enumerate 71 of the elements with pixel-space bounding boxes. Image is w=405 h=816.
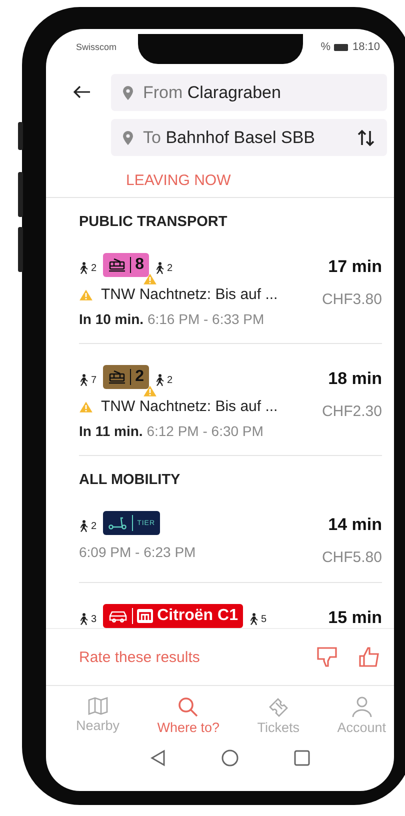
walk-icon (79, 262, 88, 274)
destination-field[interactable]: To Bahnhof Basel SBB (111, 119, 387, 156)
ticket-icon (267, 696, 290, 718)
trip-duration: 18 min (328, 369, 382, 389)
departure-countdown: In 11 min. (79, 423, 143, 439)
back-arrow-icon (73, 85, 91, 99)
search-icon (177, 696, 200, 718)
walk-icon (154, 262, 164, 274)
walk-minutes: 2 (91, 520, 97, 532)
tram-icon (108, 258, 126, 272)
map-icon (86, 696, 109, 716)
nav-tab[interactable]: Tickets (257, 696, 300, 735)
trip-price: CHF5.80 (322, 549, 382, 566)
walk-minutes: 2 (166, 262, 173, 274)
car-icon (108, 609, 128, 623)
nav-tab[interactable]: Account (337, 696, 386, 735)
walk-icon (154, 374, 164, 386)
warning-icon (142, 385, 157, 397)
swap-arrows-icon (357, 128, 375, 146)
swap-button[interactable] (357, 128, 375, 146)
warning-icon (79, 288, 93, 300)
section-heading: ALL MOBILITY (79, 472, 182, 488)
nav-tab[interactable]: Nearby (76, 696, 120, 735)
trip-duration: 15 min (328, 608, 382, 628)
trip-price: CHF3.80 (322, 291, 382, 308)
service-notice: TNW Nachtnetz: Bis auf ... (101, 286, 278, 303)
trip-times: 6:12 PM - 6:30 PM (146, 423, 264, 439)
origin-field[interactable]: From Claragraben (111, 74, 387, 111)
recents-square-icon (294, 750, 310, 766)
trip-duration: 14 min (328, 515, 382, 535)
location-pin-icon (123, 130, 133, 144)
trip-duration: 17 min (328, 257, 382, 277)
walk-icon (79, 520, 88, 532)
service-notice: TNW Nachtnetz: Bis auf ... (101, 398, 278, 415)
battery-percent: % (320, 41, 330, 53)
walk-minutes: 3 (91, 614, 97, 624)
thumbs-down-button[interactable] (316, 646, 338, 668)
rate-results-label: Rate these results (79, 648, 201, 666)
walk-icon (248, 613, 258, 625)
warning-icon (142, 273, 157, 285)
back-triangle-icon (150, 749, 166, 767)
walk-minutes: 7 (91, 374, 97, 386)
location-pin-icon (123, 86, 133, 100)
car-share-logo-icon (137, 609, 154, 623)
person-icon (350, 696, 373, 718)
walk-icon (79, 374, 88, 386)
scooter-icon (108, 516, 128, 530)
departure-countdown: In 10 min. (79, 311, 144, 327)
carrier-name: Swisscom (76, 42, 117, 52)
trip-times: 6:09 PM - 6:23 PM (79, 544, 196, 560)
thumbs-up-icon (358, 646, 380, 668)
line-number: 2 (135, 368, 144, 386)
clock-time: 18:10 (352, 41, 380, 53)
section-heading: PUBLIC TRANSPORT (79, 214, 228, 230)
car-model: Citroën C1 (157, 607, 238, 625)
departure-time-link[interactable]: LEAVING NOW (126, 172, 231, 189)
walk-minutes: 2 (166, 374, 173, 386)
trip-price: CHF2.30 (322, 403, 382, 420)
walk-minutes: 5 (260, 614, 267, 624)
walk-minutes: 2 (91, 262, 97, 274)
battery-icon (334, 44, 348, 50)
line-number: 8 (135, 256, 144, 274)
thumbs-up-button[interactable] (358, 646, 380, 668)
side-button[interactable] (18, 122, 23, 150)
nav-tab[interactable]: Where to? (157, 696, 220, 735)
walk-icon (79, 613, 88, 625)
home-circle-icon (221, 749, 239, 767)
thumbs-down-icon (316, 646, 338, 668)
tram-icon (108, 370, 126, 384)
trip-times: 6:16 PM - 6:33 PM (147, 311, 264, 327)
warning-icon (79, 400, 93, 412)
